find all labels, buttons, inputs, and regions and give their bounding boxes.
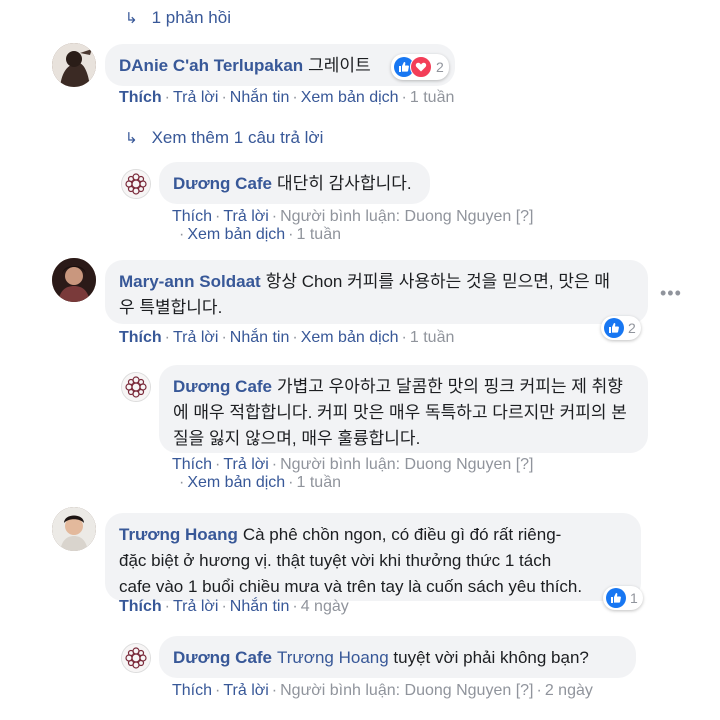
view-replies-link[interactable]: ↳ 1 phản hồi	[125, 8, 231, 28]
page-avatar-duong-cafe[interactable]	[121, 169, 151, 199]
avatar-truong-hoang[interactable]	[52, 507, 96, 551]
reply-link[interactable]: Trả lời	[223, 682, 268, 699]
reply-text-line2: 에 매우 적합합니다. 커피 맛은 매우 독특하고 다르지만 커피의 본	[173, 403, 627, 422]
reaction-count: 2	[436, 59, 444, 75]
reply-link[interactable]: Trả lời	[223, 456, 268, 473]
reply-text: 대단히 감사합니다.	[277, 174, 412, 193]
reply-arrow-icon: ↳	[125, 10, 138, 27]
commenter-label: Người bình luận: Duong Nguyen	[280, 208, 512, 225]
reply-bubble: Dương Cafe 대단히 감사합니다.	[159, 162, 430, 204]
translate-link[interactable]: Xem bản dịch	[301, 89, 399, 106]
comment-text-line1: 항상 Chon 커피를 사용하는 것을 믿으면, 맛은 매	[265, 272, 611, 291]
comment-author[interactable]: DAnie C'ah Terlupakan	[119, 56, 303, 75]
help-flag[interactable]: [?]	[516, 456, 534, 473]
reply-bubble: Dương Cafe 가볍고 우아하고 달콤한 맛의 핑크 커피는 제 취향 에 …	[159, 365, 648, 453]
reply-actions: Thích · Trả lời · Người bình luận: Duong Ngu…	[172, 682, 593, 699]
message-link[interactable]: Nhắn tin	[230, 598, 290, 615]
reply-author[interactable]: Dương Cafe	[173, 648, 272, 667]
avatar-mary-ann[interactable]	[52, 258, 96, 302]
comment-text-line3: cafe vào 1 buổi chiều mưa và trên tay là…	[119, 577, 583, 596]
love-reaction-icon	[410, 56, 432, 78]
reply-actions: Thích · Trả lời · Người bình luận: Duong Ngu…	[172, 208, 534, 225]
timestamp[interactable]: 2 ngày	[545, 682, 593, 699]
reply-text-line1: 가볍고 우아하고 달콤한 맛의 핑크 커피는 제 취향	[277, 377, 623, 396]
comment-bubble: Trương Hoang Cà phê chồn ngon, có điều gì…	[105, 513, 641, 601]
translate-link[interactable]: Xem bản dịch	[187, 226, 285, 243]
reply-link[interactable]: Trả lời	[173, 89, 218, 106]
like-link[interactable]: Thích	[119, 329, 162, 346]
page-avatar-duong-cafe[interactable]	[121, 643, 151, 673]
view-more-replies-link[interactable]: ↳ Xem thêm 1 câu trả lời	[125, 128, 323, 148]
comment-text-line2: đặc biệt ở hương vị. thật tuyệt vời khi …	[119, 551, 552, 570]
reply-author[interactable]: Dương Cafe	[173, 377, 272, 396]
translate-link[interactable]: Xem bản dịch	[301, 329, 399, 346]
reaction-count: 2	[628, 320, 636, 336]
reply-text: tuyệt vời phải không bạn?	[393, 648, 589, 667]
timestamp[interactable]: 1 tuần	[297, 226, 341, 243]
reaction-summary[interactable]: 2	[391, 54, 449, 80]
comment-actions: Thích · Trả lời · Nhắn tin · 4 ngày	[119, 598, 349, 615]
reply-arrow-icon: ↳	[125, 130, 138, 147]
timestamp[interactable]: 1 tuần	[410, 89, 454, 106]
reply-actions-line2: · Xem bản dịch · 1 tuần	[179, 226, 341, 243]
timestamp[interactable]: 1 tuần	[297, 474, 341, 491]
comment-actions: Thích · Trả lời · Nhắn tin · Xem bản dịch · 1 tu…	[119, 89, 455, 106]
comment-author[interactable]: Mary-ann Soldaat	[119, 272, 261, 291]
reaction-summary[interactable]: 1	[603, 586, 643, 610]
page-avatar-duong-cafe[interactable]	[121, 372, 151, 402]
view-replies-label: 1 phản hồi	[151, 8, 231, 27]
avatar-danie[interactable]	[52, 43, 96, 87]
comment-text-line1: Cà phê chồn ngon, có điều gì đó rất riên…	[242, 525, 562, 544]
like-link[interactable]: Thích	[172, 208, 212, 225]
timestamp[interactable]: 1 tuần	[410, 329, 454, 346]
reaction-summary[interactable]: 2	[601, 316, 641, 340]
commenter-label: Người bình luận: Duong Nguyen	[280, 682, 512, 699]
timestamp[interactable]: 4 ngày	[301, 598, 349, 615]
reply-author[interactable]: Dương Cafe	[173, 174, 272, 193]
help-flag[interactable]: [?]	[516, 208, 534, 225]
more-dots-icon[interactable]: •••	[660, 283, 682, 304]
like-link[interactable]: Thích	[119, 598, 162, 615]
message-link[interactable]: Nhắn tin	[230, 89, 290, 106]
like-reaction-icon	[606, 588, 626, 608]
reply-link[interactable]: Trả lời	[173, 598, 218, 615]
reply-actions-line2: · Xem bản dịch · 1 tuần	[179, 474, 341, 491]
reply-link[interactable]: Trả lời	[223, 208, 268, 225]
message-link[interactable]: Nhắn tin	[230, 329, 290, 346]
like-link[interactable]: Thích	[119, 89, 162, 106]
reply-link[interactable]: Trả lời	[173, 329, 218, 346]
reply-actions: Thích · Trả lời · Người bình luận: Duong Ngu…	[172, 456, 534, 473]
translate-link[interactable]: Xem bản dịch	[187, 474, 285, 491]
comment-bubble: Mary-ann Soldaat 항상 Chon 커피를 사용하는 것을 믿으면,…	[105, 260, 648, 324]
commenter-label: Người bình luận: Duong Nguyen	[280, 456, 512, 473]
comment-author[interactable]: Trương Hoang	[119, 525, 238, 544]
like-reaction-icon	[604, 318, 624, 338]
view-more-replies-label: Xem thêm 1 câu trả lời	[151, 128, 324, 147]
like-link[interactable]: Thích	[172, 682, 212, 699]
reply-bubble: Dương Cafe Trương Hoang tuyệt vời phải kh…	[159, 636, 636, 678]
reaction-count: 1	[630, 590, 638, 606]
like-link[interactable]: Thích	[172, 456, 212, 473]
comment-text-line2: 우 특별합니다.	[119, 298, 223, 317]
help-flag[interactable]: [?]	[516, 682, 534, 699]
reply-text-line3: 질을 잃지 않으며, 매우 훌륭합니다.	[173, 429, 421, 448]
mention-link[interactable]: Trương Hoang	[277, 648, 389, 667]
comment-actions: Thích · Trả lời · Nhắn tin · Xem bản dịch · 1 tu…	[119, 329, 455, 346]
comment-text: 그레이트	[308, 56, 371, 75]
